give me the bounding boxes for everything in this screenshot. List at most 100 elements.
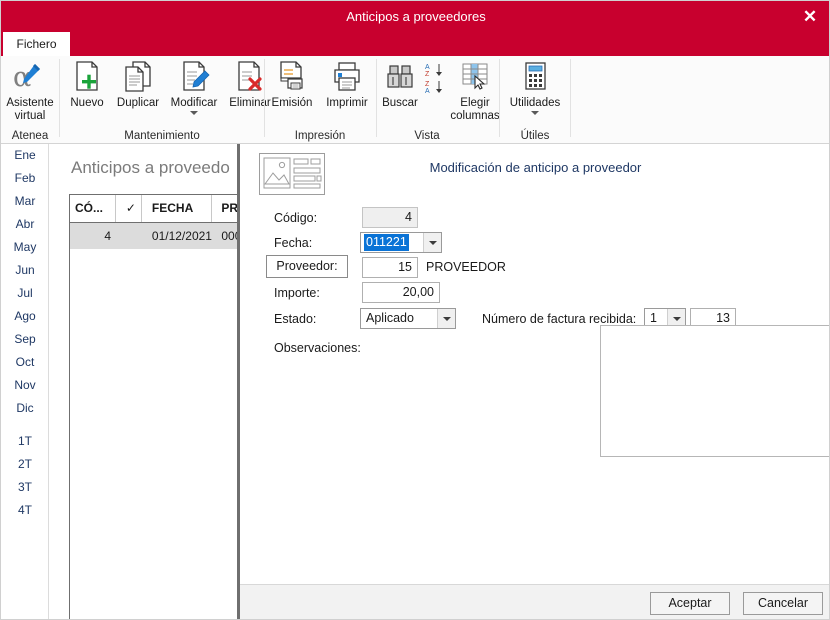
nuevo-button[interactable]: Nuevo xyxy=(63,58,111,110)
column-header-prov[interactable]: PROV xyxy=(216,195,239,222)
ribbon-separator-5 xyxy=(570,59,571,137)
edit-document-icon xyxy=(165,58,223,96)
duplicar-button[interactable]: Duplicar xyxy=(111,58,165,110)
rail-month-nov[interactable]: Nov xyxy=(1,374,49,397)
emision-label: Emisión xyxy=(271,97,313,109)
grid-header-row: CÓ... ✓ FECHA PROV xyxy=(70,195,239,223)
ribbon-group-atenea: α Asistente virtual Atenea xyxy=(1,56,59,144)
rail-quarter-2t[interactable]: 2T xyxy=(1,453,49,476)
printer-icon xyxy=(319,58,375,96)
rail-month-ene[interactable]: Ene xyxy=(1,144,49,167)
ribbon-tabstrip: Fichero xyxy=(1,32,829,56)
window-title: Anticipos a proveedores xyxy=(346,9,486,24)
choose-columns-icon xyxy=(447,58,503,96)
modificar-button[interactable]: Modificar xyxy=(165,58,223,115)
observaciones-label: Observaciones: xyxy=(274,341,361,355)
emission-report-icon xyxy=(265,58,319,96)
imprimir-button[interactable]: Imprimir xyxy=(319,58,375,110)
rail-month-mar[interactable]: Mar xyxy=(1,190,49,213)
ribbon: α Asistente virtual Atenea Nuevo Duplica… xyxy=(1,56,829,144)
application-window: Anticipos a proveedores ✕ Fichero α Asis… xyxy=(0,0,830,620)
ribbon-group-label-atenea: Atenea xyxy=(11,130,49,142)
sort-za-icon: Z A xyxy=(423,79,447,95)
codigo-label: Código: xyxy=(274,211,318,225)
nuevo-label: Nuevo xyxy=(70,97,104,109)
importe-field[interactable]: 20,00 xyxy=(362,282,440,303)
buscar-button[interactable]: Buscar xyxy=(377,58,423,110)
buscar-label: Buscar xyxy=(382,97,418,109)
fecha-input[interactable]: 011221 xyxy=(364,234,409,251)
column-header-fecha[interactable]: FECHA xyxy=(147,195,212,222)
cancelar-button[interactable]: Cancelar xyxy=(743,592,823,615)
emision-button[interactable]: Emisión xyxy=(265,58,319,110)
imprimir-label: Imprimir xyxy=(326,97,368,109)
sort-az-icon: A Z xyxy=(423,62,447,78)
fecha-combo[interactable]: 011221 xyxy=(360,232,442,253)
asistente-virtual-label-line2: virtual xyxy=(14,110,46,122)
rail-quarter-3t[interactable]: 3T xyxy=(1,476,49,499)
rail-month-jul[interactable]: Jul xyxy=(1,282,49,305)
list-panel: Anticipos a proveedo CÓ... ✓ FECHA PROV … xyxy=(49,144,239,619)
tab-fichero[interactable]: Fichero xyxy=(3,32,70,56)
chevron-down-icon[interactable] xyxy=(437,309,455,328)
ribbon-group-label-mantenimiento: Mantenimiento xyxy=(124,130,200,142)
sort-ascending-button[interactable]: A Z Z A xyxy=(423,62,447,96)
utilidades-button[interactable]: Utilidades xyxy=(500,58,570,115)
modificar-label: Modificar xyxy=(170,97,218,109)
svg-text:Z: Z xyxy=(425,81,430,88)
rail-month-sep[interactable]: Sep xyxy=(1,328,49,351)
chevron-down-icon[interactable] xyxy=(423,233,441,252)
edit-dialog: Modificación de anticipo a proveedor Cód… xyxy=(239,144,829,619)
observaciones-textarea[interactable]: ▲ ▼ xyxy=(600,325,829,457)
rail-month-dic[interactable]: Dic xyxy=(1,397,49,420)
rail-month-abr[interactable]: Abr xyxy=(1,213,49,236)
close-icon[interactable]: ✕ xyxy=(795,3,825,30)
rail-month-ago[interactable]: Ago xyxy=(1,305,49,328)
cell-check xyxy=(120,223,142,249)
chevron-down-icon[interactable] xyxy=(531,111,539,115)
alpha-pen-icon: α xyxy=(1,58,59,96)
svg-text:A: A xyxy=(425,64,430,71)
anticipos-grid[interactable]: CÓ... ✓ FECHA PROV 4 01/12/2021 00015 xyxy=(69,194,239,619)
importe-label: Importe: xyxy=(274,286,320,300)
rail-month-oct[interactable]: Oct xyxy=(1,351,49,374)
table-row[interactable]: 4 01/12/2021 00015 xyxy=(70,223,239,249)
rail-month-may[interactable]: May xyxy=(1,236,49,259)
ribbon-group-vista: Buscar A Z Z A Elegir columnas Vista xyxy=(377,56,500,144)
ribbon-group-utiles: Utilidades Útiles xyxy=(500,56,570,144)
cell-codigo: 4 xyxy=(104,229,111,243)
column-header-check[interactable]: ✓ xyxy=(120,195,143,222)
rail-quarter-1t[interactable]: 1T xyxy=(1,430,49,453)
rail-quarter-4t[interactable]: 4T xyxy=(1,499,49,522)
rail-month-jun[interactable]: Jun xyxy=(1,259,49,282)
ribbon-group-label-utiles: Útiles xyxy=(520,130,550,142)
fecha-label: Fecha: xyxy=(274,236,313,250)
binoculars-icon xyxy=(377,58,423,96)
rail-month-feb[interactable]: Feb xyxy=(1,167,49,190)
title-bar: Anticipos a proveedores ✕ xyxy=(1,1,829,32)
column-header-codigo[interactable]: CÓ... xyxy=(70,195,116,222)
estado-label: Estado: xyxy=(274,312,317,326)
page-title: Anticipos a proveedo xyxy=(71,158,230,177)
codigo-field: 4 xyxy=(362,207,418,228)
ribbon-group-mantenimiento: Nuevo Duplicar Modificar Eliminar Manten… xyxy=(60,56,271,144)
ribbon-group-label-impresion: Impresión xyxy=(294,130,346,142)
proveedor-button[interactable]: Proveedor: xyxy=(266,255,348,278)
elegir-columnas-label-line2: columnas xyxy=(450,110,500,122)
new-document-icon xyxy=(63,58,111,96)
proveedor-code-field[interactable]: 15 xyxy=(362,257,418,278)
chevron-down-icon[interactable] xyxy=(190,111,198,115)
ribbon-group-label-vista: Vista xyxy=(414,130,440,142)
dialog-title: Modificación de anticipo a proveedor xyxy=(429,160,642,175)
calculator-icon xyxy=(500,58,570,96)
elegir-columnas-button[interactable]: Elegir columnas xyxy=(447,58,503,123)
estado-combo[interactable]: Aplicado xyxy=(360,308,456,329)
svg-text:A: A xyxy=(425,88,430,95)
svg-text:Z: Z xyxy=(425,71,430,78)
aceptar-button[interactable]: Aceptar xyxy=(650,592,730,615)
proveedor-name-text: PROVEEDOR xyxy=(426,260,506,274)
rail-gap xyxy=(1,420,48,430)
utilidades-label: Utilidades xyxy=(509,97,561,109)
asistente-virtual-button[interactable]: α Asistente virtual xyxy=(1,58,59,123)
elegir-columnas-label-line1: Elegir xyxy=(460,97,490,109)
